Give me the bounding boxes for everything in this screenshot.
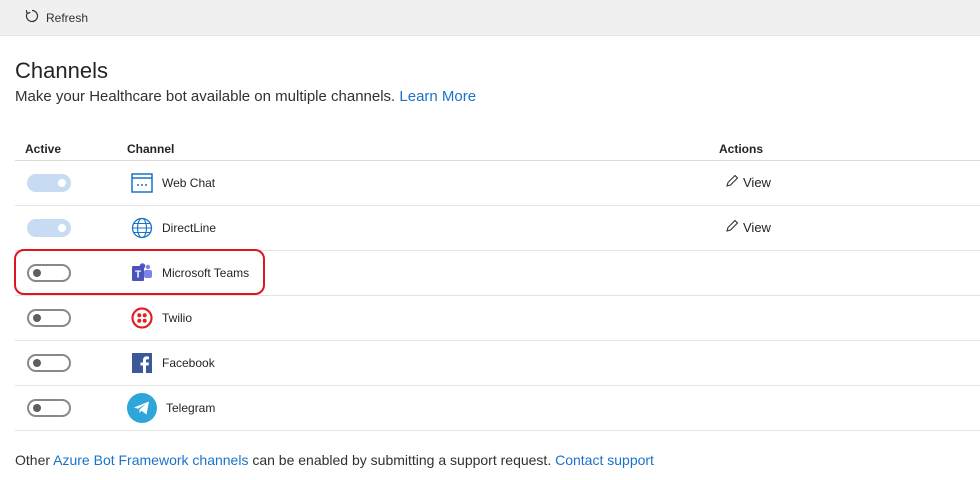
page-title: Channels bbox=[15, 58, 108, 83]
web-chat-toggle[interactable] bbox=[27, 174, 71, 192]
table-row: DirectLine View bbox=[15, 206, 980, 251]
view-button[interactable]: View bbox=[725, 219, 771, 236]
web-chat-icon bbox=[130, 171, 154, 195]
azure-bot-framework-link[interactable]: Azure Bot Framework channels bbox=[53, 452, 248, 468]
table-row: Telegram bbox=[15, 386, 980, 431]
view-button[interactable]: View bbox=[725, 174, 771, 191]
channels-table: Active Channel Actions Web Chat View Dir… bbox=[15, 138, 980, 431]
contact-support-link[interactable]: Contact support bbox=[555, 452, 654, 468]
facebook-icon bbox=[130, 351, 154, 375]
channel-name: Web Chat bbox=[162, 176, 216, 190]
facebook-toggle[interactable] bbox=[27, 354, 71, 372]
microsoft-teams-toggle[interactable] bbox=[27, 264, 71, 282]
header-channel: Channel bbox=[127, 142, 175, 156]
learn-more-link[interactable]: Learn More bbox=[399, 88, 476, 105]
table-row: Facebook bbox=[15, 341, 980, 386]
refresh-label: Refresh bbox=[46, 10, 89, 25]
directline-toggle[interactable] bbox=[27, 219, 71, 237]
pencil-icon bbox=[725, 219, 739, 236]
table-row: T Microsoft Teams bbox=[15, 251, 980, 296]
svg-text:T: T bbox=[135, 270, 141, 281]
twilio-icon bbox=[130, 306, 154, 330]
channel-name: DirectLine bbox=[162, 221, 217, 235]
teams-icon: T bbox=[130, 261, 154, 285]
channel-name: Telegram bbox=[166, 401, 216, 415]
globe-icon bbox=[130, 216, 154, 240]
table-row: Twilio bbox=[15, 296, 980, 341]
channel-name: Twilio bbox=[162, 311, 193, 325]
header-active: Active bbox=[25, 142, 62, 156]
telegram-toggle[interactable] bbox=[27, 399, 71, 417]
header-actions: Actions bbox=[719, 142, 764, 156]
telegram-icon bbox=[126, 392, 158, 424]
subtitle-text: Make your Healthcare bot available on mu… bbox=[15, 88, 396, 105]
pencil-icon bbox=[725, 174, 739, 191]
page-subtitle: Make your Healthcare bot available on mu… bbox=[15, 88, 476, 105]
channel-name: Facebook bbox=[162, 356, 215, 370]
twilio-toggle[interactable] bbox=[27, 309, 71, 327]
channel-name: Microsoft Teams bbox=[162, 266, 250, 280]
table-row: Web Chat View bbox=[15, 161, 980, 206]
table-header: Active Channel Actions bbox=[15, 138, 980, 161]
toolbar: Refresh bbox=[0, 0, 980, 36]
refresh-button[interactable]: Refresh bbox=[24, 8, 88, 27]
refresh-icon bbox=[24, 8, 40, 27]
footer-note: Other Azure Bot Framework channels can b… bbox=[15, 452, 654, 468]
